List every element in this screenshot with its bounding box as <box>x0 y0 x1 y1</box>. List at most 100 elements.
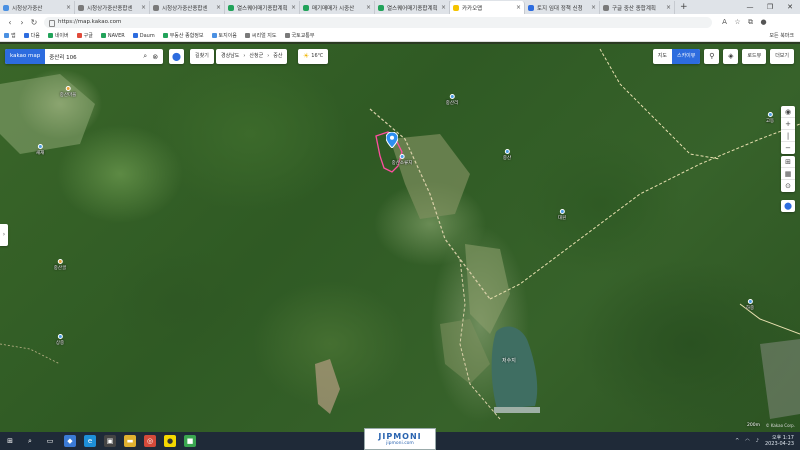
tab-close-icon[interactable]: × <box>441 4 446 11</box>
breadcrumb-county[interactable]: 산청군 <box>249 49 263 64</box>
location-pin-icon[interactable] <box>386 132 398 148</box>
back-icon[interactable]: ‹ <box>4 18 16 27</box>
map-poi[interactable]: 중산골 <box>54 259 66 271</box>
bookmark-item[interactable]: 네이버 <box>47 32 69 39</box>
eye-icon[interactable]: ◉ <box>781 106 795 118</box>
browser-tab[interactable]: 열스퀘어매기종합계획 × <box>375 1 450 14</box>
map-poi[interactable]: 하중 <box>746 299 754 311</box>
view-mode-map[interactable]: 지도 <box>653 49 672 64</box>
roadview-pin-icon[interactable]: ⚲ <box>704 49 720 64</box>
tab-close-icon[interactable]: × <box>591 4 596 11</box>
tab-close-icon[interactable]: × <box>291 4 296 11</box>
view-mode-skyview[interactable]: 스카이뷰 <box>671 49 701 64</box>
file-explorer-icon[interactable]: ▬ <box>124 435 136 447</box>
map-poi[interactable]: 중산 <box>503 149 511 161</box>
region-breadcrumb[interactable]: 경상남도 › 산청군 › 중산 <box>216 49 288 64</box>
zoom-level-bar[interactable]: | <box>781 130 795 142</box>
reload-icon[interactable]: ↻ <box>28 18 40 27</box>
close-icon[interactable]: ✕ <box>780 0 800 14</box>
new-tab-button[interactable]: + <box>675 1 693 14</box>
all-bookmarks-folder[interactable]: 모든 북마크 <box>769 30 794 42</box>
map-poi[interactable]: 상중 <box>56 334 64 346</box>
chrome-icon[interactable]: ◎ <box>144 435 156 447</box>
weather-chip[interactable]: ☀ 16℃ <box>298 49 329 64</box>
route-button[interactable]: 길찾기 <box>190 49 214 64</box>
search-input[interactable] <box>45 49 141 64</box>
layers-icon[interactable]: ◈ <box>723 49 739 64</box>
map-poi[interactable]: 중산소류지 <box>392 154 412 166</box>
bookmark-item[interactable]: 토지이음 <box>211 32 237 39</box>
bookmark-star-icon[interactable]: ☆ <box>731 18 744 27</box>
bookmark-item[interactable]: 씨리얼 지도 <box>244 32 277 39</box>
my-location-button[interactable]: ⬤ <box>169 49 184 64</box>
map-poi[interactable]: 중산마을 <box>60 86 76 98</box>
search-icon[interactable]: ⌕ <box>24 435 36 447</box>
map-poi[interactable]: 고동 <box>766 112 774 124</box>
browser-tab[interactable]: 카카오맵 × <box>450 1 525 14</box>
tab-title: 토지 임대 정책 신청 <box>537 5 583 12</box>
tab-close-icon[interactable]: × <box>666 4 671 11</box>
browser-tab[interactable]: 시청상가중산종합센 × <box>150 1 225 14</box>
tab-close-icon[interactable]: × <box>516 4 521 11</box>
search-icon[interactable]: ⌕ <box>140 52 150 61</box>
bookmark-item[interactable]: 다음 <box>23 32 40 39</box>
bookmark-item[interactable]: 구글 <box>76 32 93 39</box>
bookmark-item[interactable]: Daum <box>132 33 155 39</box>
tab-close-icon[interactable]: × <box>66 4 71 11</box>
view-mode-toggle: 지도 스카이뷰 <box>652 49 701 64</box>
zoom-in-icon[interactable]: + <box>781 118 795 130</box>
browser-tab[interactable]: 시청상가중산종합센 × <box>75 1 150 14</box>
translate-icon[interactable]: A <box>718 18 731 27</box>
poi-label: 중산골 <box>53 266 67 271</box>
task-view-icon[interactable]: ▭ <box>44 435 56 447</box>
maximize-icon[interactable]: ❐ <box>760 0 780 14</box>
volume-icon[interactable]: ♪ <box>756 438 759 444</box>
browser-tab[interactable]: 매기매매가 시중산 × <box>300 1 375 14</box>
roadview-button[interactable]: 로드뷰 <box>742 49 767 64</box>
url-field[interactable]: https://map.kakao.com <box>44 16 712 28</box>
minimize-icon[interactable]: — <box>740 0 760 14</box>
more-button[interactable]: 더보기 <box>770 49 794 64</box>
area-icon[interactable]: ▦ <box>781 168 795 180</box>
widgets-icon[interactable]: ◆ <box>64 435 76 447</box>
bookmark-item[interactable]: 국토교통부 <box>284 32 315 39</box>
chevron-up-icon[interactable]: ^ <box>735 438 739 444</box>
browser-tab[interactable]: 토지 임대 정책 신청 × <box>525 1 600 14</box>
clear-icon[interactable]: ⊗ <box>150 53 160 61</box>
app-icon[interactable]: ■ <box>184 435 196 447</box>
current-location-icon[interactable]: ⬤ <box>781 200 795 212</box>
bookmark-item[interactable]: 부동산 종합정보 <box>162 32 204 39</box>
poi-label: 새재 <box>35 151 45 156</box>
bookmark-item[interactable]: NAVER <box>100 33 125 39</box>
map-poi[interactable]: 새재 <box>36 144 44 156</box>
clock[interactable]: 오후 1:17 2023-04-23 <box>765 435 794 447</box>
tab-close-icon[interactable]: × <box>216 4 221 11</box>
map-poi[interactable]: 중산리 <box>446 94 458 106</box>
tab-title: 구글 중산 종합계획 <box>612 5 656 12</box>
satellite-map[interactable]: 저수지 중산마을 새재 중산리 중산 중산소류지 대원 중산골 상중 고동 하중 kakao ma… <box>0 44 800 432</box>
edge-browser-icon[interactable]: e <box>84 435 96 447</box>
side-panel-toggle-icon[interactable]: › <box>0 224 8 246</box>
kakaotalk-icon[interactable]: ● <box>164 435 176 447</box>
kakao-map-logo[interactable]: kakao map <box>5 49 46 64</box>
tab-close-icon[interactable]: × <box>366 4 371 11</box>
browser-tab[interactable]: 시청상가중산 × <box>0 1 75 14</box>
browser-tab[interactable]: 구글 중산 종합계획 × <box>600 1 675 14</box>
extensions-icon[interactable]: ⧉ <box>744 18 757 27</box>
tab-close-icon[interactable]: × <box>141 4 146 11</box>
tab-title: 열스퀘어매기종합계획 <box>387 5 438 12</box>
zoom-out-icon[interactable]: − <box>781 142 795 154</box>
breadcrumb-province[interactable]: 경상남도 <box>221 49 239 64</box>
forward-icon[interactable]: › <box>16 18 28 27</box>
store-icon[interactable]: ▣ <box>104 435 116 447</box>
bookmark-item[interactable]: 앱 <box>4 32 16 39</box>
radius-icon[interactable]: ⊙ <box>781 180 795 192</box>
wifi-icon[interactable]: ◠ <box>745 438 749 444</box>
browser-tab[interactable]: 열스퀘어매기종합계획 × <box>225 1 300 14</box>
distance-icon[interactable]: ⊞ <box>781 156 795 168</box>
breadcrumb-town[interactable]: 중산 <box>273 49 282 64</box>
map-poi[interactable]: 대원 <box>558 209 566 221</box>
windows-start-icon[interactable]: ⊞ <box>4 435 16 447</box>
tab-title: 열스퀘어매기종합계획 <box>237 5 288 12</box>
profile-icon[interactable]: ● <box>757 18 770 27</box>
